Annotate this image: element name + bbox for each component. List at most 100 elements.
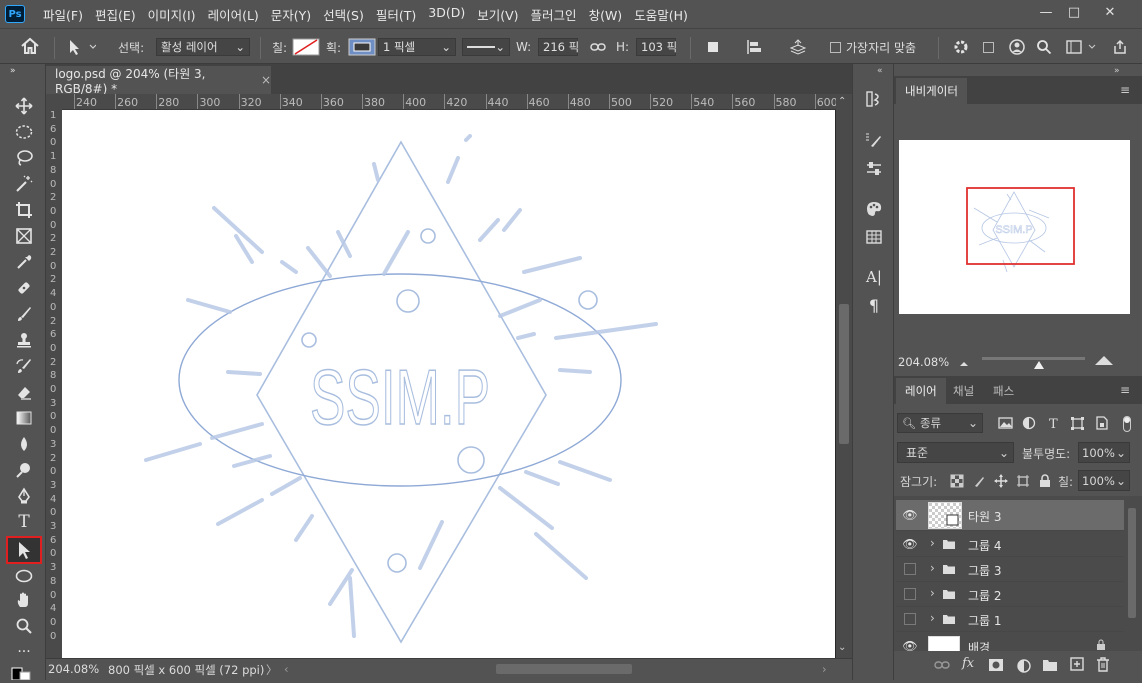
align-edges-checkbox[interactable]: 가장자리 맞춤 bbox=[830, 38, 916, 56]
channels-tab[interactable]: 채널 bbox=[944, 378, 983, 404]
expand-panel-icon[interactable]: » bbox=[10, 66, 16, 76]
vertical-scroll-thumb[interactable] bbox=[839, 304, 849, 444]
character-panel-icon[interactable]: A| bbox=[862, 266, 886, 288]
shape-filter-icon[interactable] bbox=[1070, 416, 1085, 430]
type-filter-icon[interactable]: T bbox=[1046, 416, 1061, 430]
layers-scroll-thumb[interactable] bbox=[1128, 508, 1136, 618]
search-icon[interactable] bbox=[1036, 38, 1052, 56]
clone-stamp-tool-icon[interactable] bbox=[10, 328, 38, 352]
menu-item-0[interactable]: 파일(F) bbox=[37, 5, 89, 24]
path-arrangement-icon[interactable] bbox=[788, 38, 808, 56]
layer-row-group1[interactable]: › 그룹 1 bbox=[896, 607, 1124, 632]
gradient-tool-icon[interactable] bbox=[10, 406, 38, 430]
link-icon[interactable] bbox=[934, 659, 950, 671]
lock-artboard-icon[interactable] bbox=[1016, 474, 1030, 488]
scroll-down-arrow-icon[interactable]: ⌄ bbox=[838, 642, 846, 653]
paths-tab[interactable]: 패스 bbox=[984, 378, 1023, 404]
menu-item-7[interactable]: 3D(D) bbox=[422, 5, 471, 24]
scroll-left-arrow-icon[interactable]: ‹ bbox=[284, 662, 289, 676]
height-field[interactable]: 103 픽 bbox=[636, 38, 677, 56]
color-swatches-icon[interactable] bbox=[8, 666, 36, 681]
eye-icon[interactable]: 👁︎ bbox=[902, 639, 918, 651]
path-selection-tool-icon[interactable] bbox=[6, 536, 42, 564]
layers-tab[interactable]: 레이어 bbox=[896, 378, 946, 404]
ruler-origin[interactable] bbox=[46, 94, 62, 110]
layer-row-group2[interactable]: › 그룹 2 bbox=[896, 582, 1124, 607]
blur-tool-icon[interactable] bbox=[10, 432, 38, 456]
healing-brush-tool-icon[interactable] bbox=[10, 276, 38, 300]
magic-wand-tool-icon[interactable] bbox=[10, 172, 38, 196]
eraser-tool-icon[interactable] bbox=[10, 380, 38, 404]
new-layer-icon[interactable] bbox=[1070, 657, 1084, 671]
lasso-tool-icon[interactable] bbox=[10, 146, 38, 170]
visibility-toggle[interactable] bbox=[904, 613, 916, 625]
eyedropper-tool-icon[interactable] bbox=[10, 250, 38, 274]
ellipse-tool-icon[interactable] bbox=[10, 564, 38, 588]
scroll-right-arrow-icon[interactable]: › bbox=[822, 662, 827, 676]
menu-item-3[interactable]: 레이어(L) bbox=[202, 5, 265, 24]
zoom-in-icon[interactable] bbox=[1094, 354, 1114, 369]
crop-tool-icon[interactable] bbox=[10, 198, 38, 222]
menu-item-2[interactable]: 이미지(I) bbox=[142, 5, 202, 24]
fill-swatch[interactable] bbox=[292, 38, 320, 56]
menu-item-6[interactable]: 필터(T) bbox=[370, 5, 422, 24]
navigator-preview[interactable]: SSIM.P bbox=[899, 140, 1130, 314]
menu-item-8[interactable]: 보기(V) bbox=[471, 5, 524, 24]
document-canvas[interactable]: SSIM.P bbox=[62, 110, 835, 658]
fill-opacity-field[interactable]: 100% ⌄ bbox=[1078, 470, 1130, 491]
eye-icon[interactable]: 👁︎ bbox=[902, 537, 918, 551]
smart-object-filter-icon[interactable] bbox=[1094, 416, 1109, 430]
stroke-width-field[interactable]: 1 픽셀 ⌄ bbox=[378, 38, 456, 56]
stroke-swatch[interactable] bbox=[348, 38, 376, 56]
menu-item-5[interactable]: 선택(S) bbox=[317, 5, 370, 24]
chevron-right-icon[interactable]: › bbox=[930, 561, 935, 575]
maximize-button[interactable]: □ bbox=[1056, 0, 1092, 24]
lock-pixels-icon[interactable] bbox=[972, 474, 986, 488]
history-brush-tool-icon[interactable] bbox=[10, 354, 38, 378]
elliptical-marquee-tool-icon[interactable] bbox=[10, 120, 38, 144]
zoom-tool-icon[interactable] bbox=[10, 614, 38, 638]
paragraph-panel-icon[interactable]: ¶ bbox=[862, 294, 886, 316]
navigator-zoom-value[interactable]: 204.08% bbox=[898, 355, 949, 369]
menu-item-10[interactable]: 창(W) bbox=[583, 5, 629, 24]
scroll-up-arrow-icon[interactable]: ⌃ bbox=[838, 96, 846, 107]
tool-preset-picker[interactable] bbox=[64, 38, 96, 56]
document-tab[interactable]: logo.psd @ 204% (타원 3, RGB/8#) * × bbox=[46, 66, 271, 96]
chevron-right-icon[interactable]: › bbox=[930, 586, 935, 600]
mask-icon[interactable] bbox=[988, 658, 1004, 672]
new-group-icon[interactable] bbox=[1042, 658, 1058, 672]
close-tab-icon[interactable]: × bbox=[261, 73, 271, 87]
vertical-ruler[interactable]: 160180200220240260280300320340360380400 bbox=[46, 110, 62, 658]
path-alignment-icon[interactable] bbox=[746, 38, 762, 56]
type-tool-icon[interactable]: T bbox=[10, 510, 38, 534]
delete-icon[interactable] bbox=[1096, 657, 1110, 672]
expand-right-icon[interactable]: » bbox=[1114, 66, 1120, 76]
layer-row-group4[interactable]: 👁︎ › 그룹 4 bbox=[896, 532, 1124, 557]
link-icon[interactable] bbox=[590, 38, 606, 56]
layer-row-ellipse3[interactable]: 👁︎ 타원 3 bbox=[896, 500, 1124, 531]
blend-mode-dropdown[interactable]: 표준 ⌄ bbox=[897, 442, 1014, 463]
gear-icon[interactable] bbox=[952, 38, 970, 56]
adjustment-icon[interactable] bbox=[1016, 658, 1032, 674]
collapse-icons-icon[interactable]: « bbox=[877, 66, 883, 76]
menu-item-4[interactable]: 문자(Y) bbox=[265, 5, 317, 24]
menu-item-11[interactable]: 도움말(H) bbox=[628, 5, 694, 24]
stroke-style-dropdown[interactable]: ⌄ bbox=[462, 38, 510, 56]
horizontal-scroll-thumb[interactable] bbox=[496, 664, 632, 674]
move-tool-icon[interactable] bbox=[10, 94, 38, 118]
layers-scrollbar[interactable] bbox=[1126, 500, 1138, 645]
user-icon[interactable] bbox=[1008, 38, 1026, 56]
visibility-toggle[interactable] bbox=[904, 588, 916, 600]
swatches-panel-icon[interactable] bbox=[862, 198, 886, 220]
horizontal-ruler[interactable]: 240 260 280 300 320 340 360 380 400 420 440 460 480 5… bbox=[62, 94, 836, 110]
opacity-field[interactable]: 100% ⌄ bbox=[1078, 442, 1130, 463]
zoom-slider-handle[interactable] bbox=[1033, 359, 1045, 373]
brush-settings-panel-icon[interactable] bbox=[862, 130, 886, 152]
menu-item-9[interactable]: 플러그인 bbox=[525, 5, 583, 24]
brush-tool-icon[interactable] bbox=[10, 302, 38, 326]
path-operations-icon[interactable] bbox=[706, 38, 720, 56]
panel-menu-icon[interactable]: ≡ bbox=[1120, 83, 1130, 97]
visibility-toggle[interactable] bbox=[904, 563, 916, 575]
adjustment-filter-icon[interactable] bbox=[1022, 416, 1037, 430]
workspace-icon[interactable] bbox=[1066, 38, 1096, 56]
